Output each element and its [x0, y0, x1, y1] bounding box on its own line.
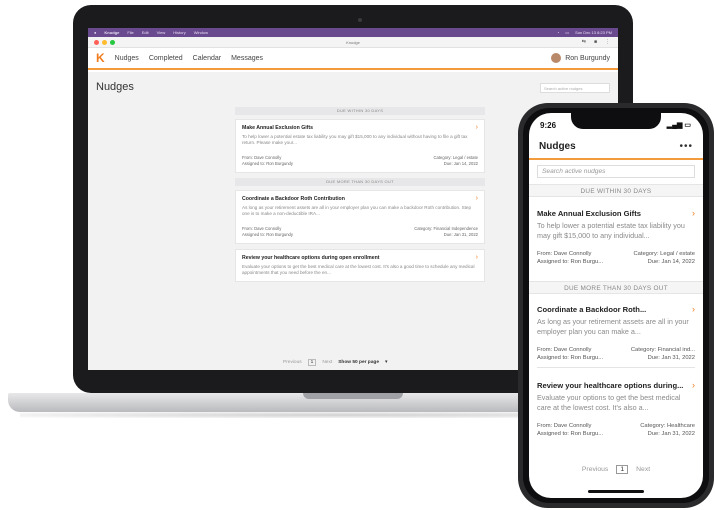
nudge-assigned: Assigned to: Ron Burgu... — [537, 259, 604, 265]
menu-edit[interactable]: Edit — [142, 30, 149, 35]
wifi-icon[interactable]: ◔ — [557, 30, 559, 35]
nudge-title: Review your healthcare options during op… — [242, 255, 380, 261]
nudge-title: Make Annual Exclusion Gifts — [242, 125, 314, 131]
nudge-from: From: Dave Connolly — [537, 423, 592, 429]
section-header-due-30: DUE WITHIN 30 DAYS — [235, 107, 485, 115]
card-divider — [537, 367, 695, 368]
phone-nudge-card[interactable]: Review your healthcare options during...… — [529, 375, 703, 438]
nudge-title: Coordinate a Backdoor Roth Contribution — [242, 196, 345, 202]
nudge-due: Due: Jan 31, 2022 — [647, 431, 695, 437]
pager-page[interactable]: 1 — [616, 465, 629, 474]
menu-window[interactable]: Window — [194, 30, 208, 35]
chevron-right-icon[interactable]: › — [692, 380, 695, 390]
nudge-description: As long as your retirement assets are al… — [537, 317, 689, 336]
nudge-description: To help lower a potential estate tax lia… — [242, 134, 468, 145]
phone-header: Nudges ••• — [529, 135, 703, 160]
phone-pagination: Previous 1 Next — [529, 465, 703, 474]
phone-notch — [571, 113, 661, 129]
nudge-from: From: Dave Connolly — [537, 251, 592, 257]
menubar-app-name[interactable]: Knudge — [104, 30, 119, 35]
menu-history[interactable]: History — [173, 30, 185, 35]
nudge-assigned: Assigned to: Ron Burgundy — [242, 232, 293, 237]
battery-icon[interactable]: ▭ — [565, 30, 569, 35]
phone-section-header-due-later: DUE MORE THAN 30 DAYS OUT — [529, 281, 703, 294]
nudge-card[interactable]: Review your healthcare options during op… — [235, 249, 485, 282]
chevron-right-icon[interactable]: › — [692, 304, 695, 314]
pager-previous[interactable]: Previous — [582, 466, 608, 473]
nudge-title: Make Annual Exclusion Gifts — [537, 209, 641, 218]
signal-battery-icon: ▂▄▆ ▭ — [666, 122, 691, 129]
nudge-category: Category: Financial ind... — [630, 347, 695, 353]
nav-completed[interactable]: Completed — [149, 55, 183, 62]
chevron-down-icon[interactable]: ▾ — [385, 360, 387, 365]
nav-messages[interactable]: Messages — [231, 55, 263, 62]
knudge-logo[interactable]: K — [96, 51, 105, 65]
chevron-right-icon[interactable]: › — [476, 124, 478, 131]
nudge-due: Due: Jan 31, 2022 — [647, 355, 695, 361]
pager-next[interactable]: Next — [322, 360, 332, 365]
menu-file[interactable]: File — [127, 30, 133, 35]
more-options-icon[interactable]: ••• — [679, 141, 693, 152]
pagination: Previous 1 Next Show 50 per page ▾ — [283, 359, 387, 366]
window-title: Knudge — [346, 39, 360, 45]
nudge-card[interactable]: Make Annual Exclusion Gifts › To help lo… — [235, 119, 485, 173]
nudge-feed: DUE WITHIN 30 DAYS Make Annual Exclusion… — [235, 107, 485, 287]
laptop-opening-notch — [303, 393, 403, 399]
phone-screen: 9:26 ▂▄▆ ▭ Nudges ••• Search active nudg… — [529, 113, 703, 498]
nudge-due: Due: Jan 31, 2022 — [443, 232, 478, 237]
nudge-assigned: Assigned to: Ron Burgu... — [537, 355, 604, 361]
pager-next[interactable]: Next — [636, 466, 650, 473]
laptop-camera — [358, 18, 362, 22]
nudge-category: Category: Healthcare — [640, 423, 695, 429]
nudge-due: Due: Jan 14, 2022 — [443, 161, 478, 166]
mac-menubar: ● Knudge File Edit View History Window ◔… — [88, 28, 618, 37]
section-header-due-later: DUE MORE THAN 30 DAYS OUT — [235, 178, 485, 186]
page-title: Nudges — [96, 81, 134, 93]
nudge-category: Category: Legal / estate — [633, 251, 695, 257]
user-name: Ron Burgundy — [565, 54, 610, 62]
avatar — [551, 53, 562, 63]
nav-nudges[interactable]: Nudges — [115, 55, 139, 62]
nudge-assigned: Assigned to: Ron Burgundy — [242, 161, 293, 166]
pager-previous[interactable]: Previous — [283, 360, 302, 365]
pager-page[interactable]: 1 — [307, 359, 317, 366]
menubar-clock[interactable]: Sun Dec 13 8:23 PM — [575, 30, 612, 35]
search-input[interactable]: Search active nudges — [540, 83, 610, 93]
phone-page-title: Nudges — [539, 141, 576, 152]
user-menu[interactable]: Ron Burgundy — [551, 53, 610, 63]
phone-section-header-due-30: DUE WITHIN 30 DAYS — [529, 184, 703, 197]
nudge-description: As long as your retirement assets are al… — [242, 205, 472, 216]
nudge-from: From: Dave Connolly — [537, 347, 592, 353]
chevron-right-icon[interactable]: › — [476, 195, 478, 202]
app-navbar: K Nudges Completed Calendar Messages Ron… — [88, 48, 618, 70]
phone-nudge-card[interactable]: Coordinate a Backdoor Roth... › As long … — [529, 299, 703, 368]
chevron-right-icon[interactable]: › — [476, 254, 478, 261]
per-page-select[interactable]: Show 50 per page — [338, 360, 379, 365]
window-titlebar: Knudge ⇆ ■ ⋮ — [88, 37, 618, 48]
apple-icon[interactable]: ● — [94, 30, 96, 35]
product-mockup: ● Knudge File Edit View History Window ◔… — [0, 0, 715, 510]
menu-view[interactable]: View — [157, 30, 166, 35]
phone-time: 9:26 — [540, 121, 557, 130]
nudge-title: Review your healthcare options during... — [537, 381, 684, 390]
nudge-assigned: Assigned to: Ron Burgu... — [537, 431, 604, 437]
nudge-description: Evaluate your options to get the best me… — [242, 264, 475, 275]
nudge-due: Due: Jan 14, 2022 — [647, 259, 695, 265]
nudge-title: Coordinate a Backdoor Roth... — [537, 305, 647, 314]
phone-search-input[interactable]: Search active nudges — [537, 165, 695, 178]
chevron-right-icon[interactable]: › — [692, 208, 695, 218]
nudge-description: Evaluate your options to get the best me… — [537, 393, 681, 412]
phone-nudge-card[interactable]: Make Annual Exclusion Gifts › To help lo… — [529, 203, 703, 266]
home-indicator[interactable] — [588, 490, 644, 493]
nudge-description: To help lower a potential estate tax lia… — [537, 221, 685, 240]
nudge-card[interactable]: Coordinate a Backdoor Roth Contribution … — [235, 190, 485, 244]
nav-calendar[interactable]: Calendar — [193, 55, 221, 62]
